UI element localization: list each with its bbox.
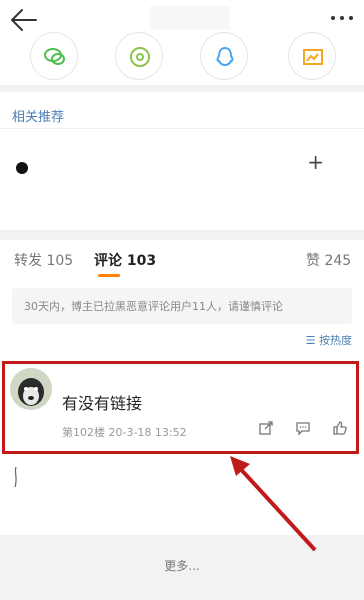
- back-arrow-icon[interactable]: [8, 6, 40, 34]
- active-tab-indicator: [98, 274, 120, 277]
- more-dots-icon[interactable]: [328, 12, 356, 24]
- share-row: [0, 32, 364, 85]
- qq-icon: [216, 46, 234, 67]
- comment-notice: 30天内，博主已拉黑恶意评论用户11人，请谨慎评论: [12, 288, 352, 324]
- sort-by-hot-button[interactable]: ☰ 按热度: [306, 332, 352, 348]
- highlight-box: [2, 361, 359, 454]
- red-arrow-annotation: [230, 456, 317, 552]
- tab-likes[interactable]: 赞 245: [306, 250, 351, 270]
- moments-share-button[interactable]: [115, 32, 163, 80]
- recommend-title: 相关推荐: [12, 110, 65, 125]
- partial-avatar: [14, 466, 17, 488]
- sort-label: 按热度: [319, 334, 352, 347]
- title-placeholder: [150, 6, 230, 30]
- wechat-icon: [44, 48, 65, 65]
- recommend-avatar[interactable]: [16, 162, 28, 174]
- moments-icon: [130, 47, 150, 67]
- weibo-detail-page: 相关推荐 + 转发 105 评论 103 赞 245 30天内，博主已拉黑恶意评…: [0, 0, 364, 600]
- divider: [0, 128, 364, 129]
- qzone-share-button[interactable]: [288, 32, 336, 80]
- wechat-share-button[interactable]: [30, 32, 78, 80]
- qq-share-button[interactable]: [200, 32, 248, 80]
- tab-reposts[interactable]: 转发 105: [14, 250, 73, 270]
- add-icon[interactable]: +: [307, 150, 324, 174]
- qzone-icon: [303, 49, 323, 65]
- tab-bar: 转发 105 评论 103 赞 245: [0, 240, 364, 280]
- sort-icon: ☰: [305, 334, 319, 347]
- tab-comments[interactable]: 评论 103: [94, 250, 156, 270]
- notice-section: 30天内，博主已拉黑恶意评论用户11人，请谨慎评论 ☰ 按热度: [0, 280, 364, 360]
